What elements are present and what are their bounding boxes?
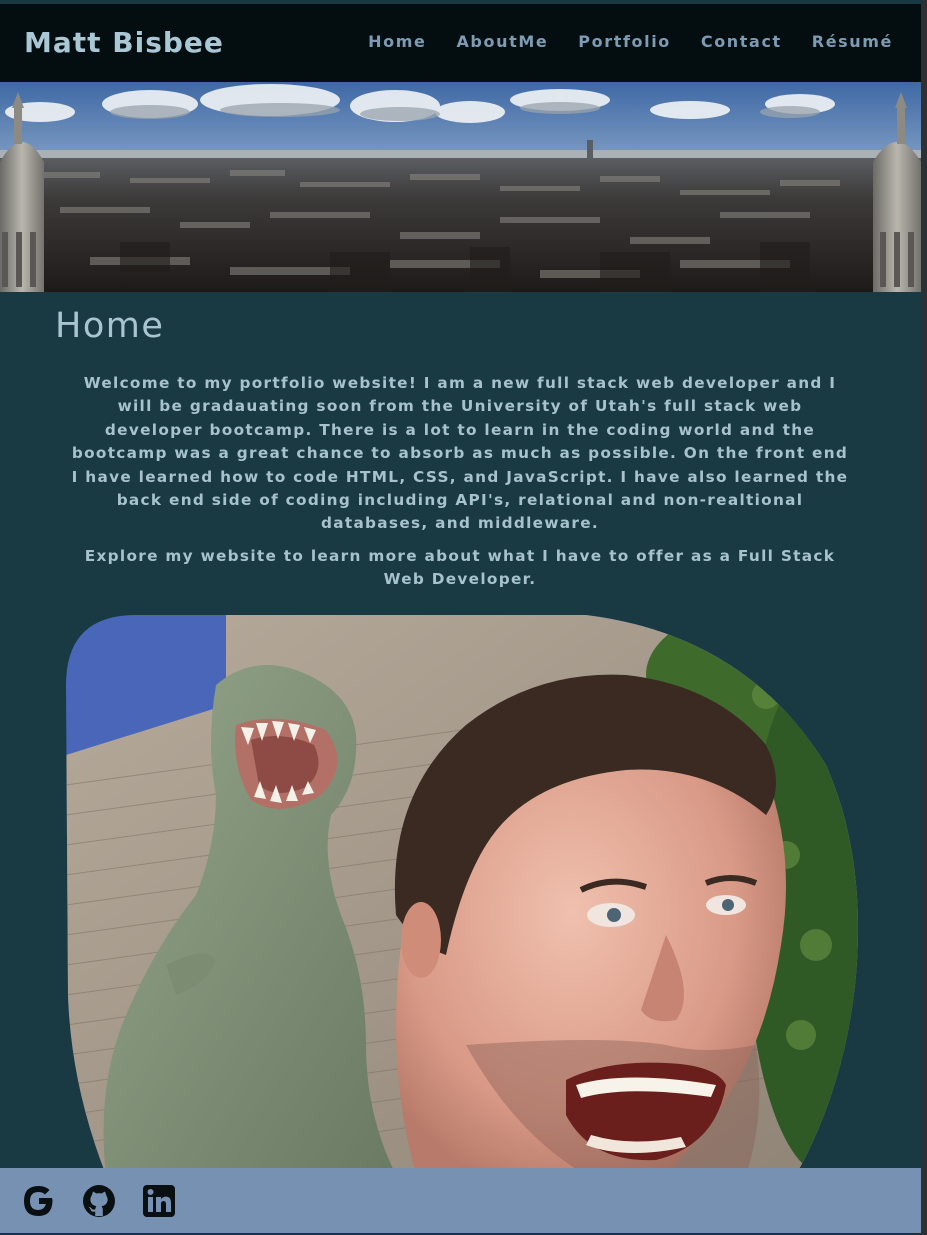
nav-resume[interactable]: Résumé xyxy=(812,32,893,51)
page: Matt Bisbee Home AboutMe Portfolio Conta… xyxy=(0,0,921,1233)
site-header: Matt Bisbee Home AboutMe Portfolio Conta… xyxy=(0,4,921,82)
site-brand[interactable]: Matt Bisbee xyxy=(24,26,224,59)
nav-portfolio[interactable]: Portfolio xyxy=(578,32,671,51)
nav-contact[interactable]: Contact xyxy=(701,32,782,51)
google-icon xyxy=(24,1185,53,1216)
banner-image xyxy=(0,82,921,292)
page-title: Home xyxy=(55,306,165,346)
profile-photo xyxy=(66,615,858,1175)
google-link[interactable] xyxy=(20,1182,58,1220)
nav-about-me[interactable]: AboutMe xyxy=(456,32,548,51)
site-footer xyxy=(0,1168,921,1233)
linkedin-link[interactable] xyxy=(140,1182,178,1220)
github-link[interactable] xyxy=(80,1182,118,1220)
main-nav: Home AboutMe Portfolio Contact Résumé xyxy=(368,32,893,51)
window-right-edge xyxy=(921,0,927,1235)
github-icon xyxy=(83,1184,115,1217)
linkedin-icon xyxy=(143,1184,175,1217)
nav-home[interactable]: Home xyxy=(368,32,426,51)
explore-paragraph: Explore my website to learn more about w… xyxy=(84,547,836,589)
intro-paragraph: Welcome to my portfolio website! I am a … xyxy=(71,374,849,533)
